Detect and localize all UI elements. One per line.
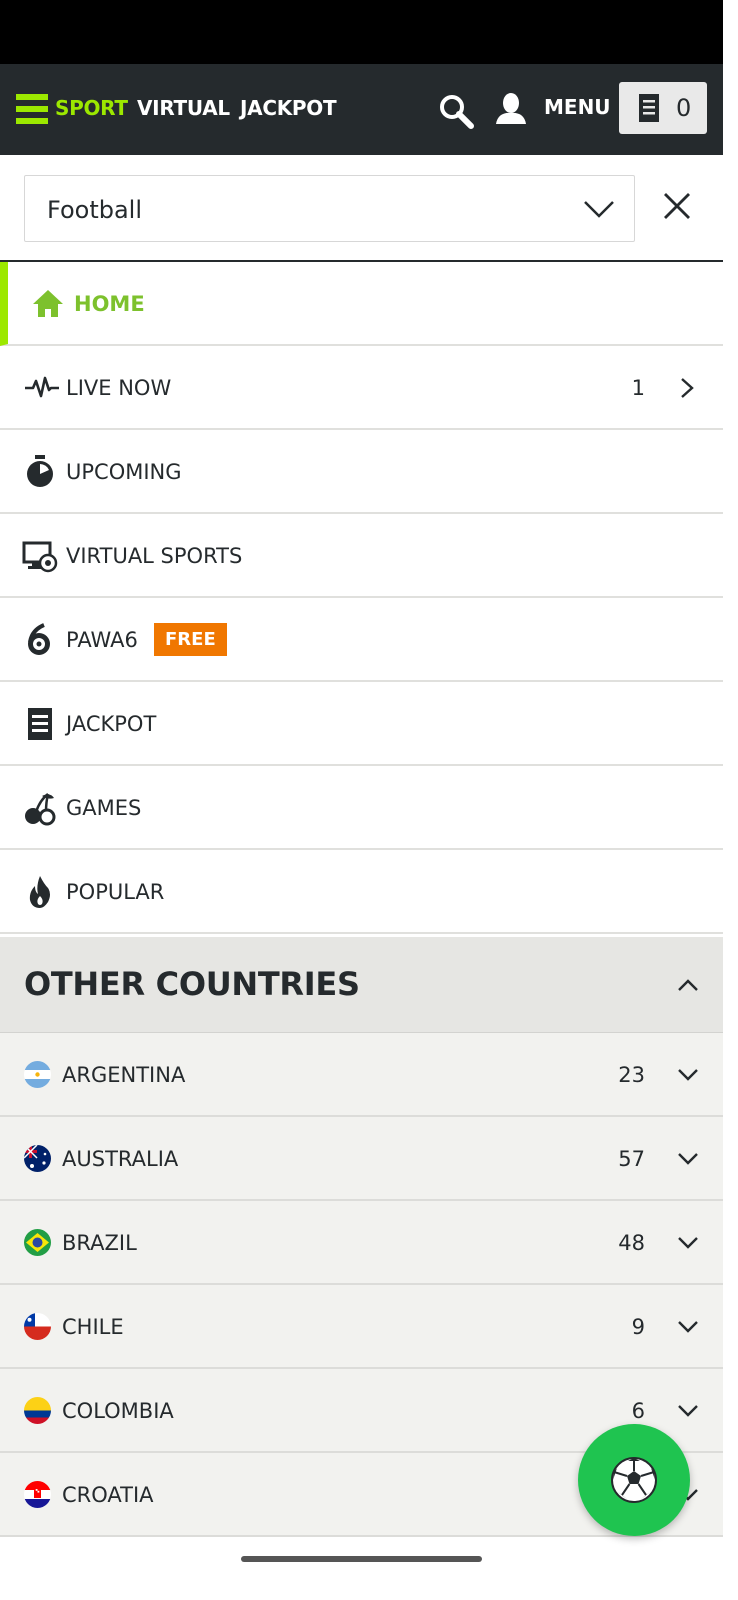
cherries-icon — [25, 793, 56, 826]
country-name: CHILE — [62, 1315, 124, 1339]
chevron-down-icon — [678, 1321, 698, 1333]
country-name: CROATIA — [62, 1483, 154, 1507]
menu-item-label: LIVE NOW — [66, 376, 172, 400]
country-count: 23 — [618, 1063, 645, 1087]
free-badge: FREE — [154, 623, 227, 656]
menu-item-popular[interactable]: POPULAR — [0, 850, 723, 934]
country-count: 6 — [631, 1399, 645, 1423]
menu-item-label: POPULAR — [66, 880, 165, 904]
chile-flag-icon — [24, 1313, 51, 1340]
home-indicator — [241, 1556, 482, 1562]
flame-icon — [29, 876, 50, 908]
sport-select-value: Football — [47, 196, 143, 224]
betslip-icon — [639, 94, 659, 122]
chevron-down-icon — [678, 1153, 698, 1165]
country-count: 48 — [618, 1231, 645, 1255]
other-countries-header[interactable]: OTHER COUNTRIES — [0, 937, 723, 1033]
country-row-brazil[interactable]: BRAZIL 48 — [0, 1201, 723, 1285]
country-row-australia[interactable]: AUSTRALIA 57 — [0, 1117, 723, 1201]
menu-button[interactable]: MENU — [544, 95, 611, 119]
search-icon[interactable] — [438, 93, 476, 131]
country-row-chile[interactable]: CHILE 9 — [0, 1285, 723, 1369]
argentina-flag-icon — [24, 1061, 51, 1088]
nav-virtual-link[interactable]: VIRTUAL — [137, 96, 230, 120]
app-header: SPORT VIRTUAL JACKPOT MENU 0 — [0, 64, 723, 155]
section-title: OTHER COUNTRIES — [24, 965, 360, 1003]
menu-item-virtual-sports[interactable]: VIRTUAL SPORTS — [0, 514, 723, 598]
menu-item-games[interactable]: GAMES — [0, 766, 723, 850]
nav-jackpot-link[interactable]: JACKPOT — [240, 96, 337, 120]
pulse-icon — [25, 376, 59, 398]
country-count: 9 — [631, 1315, 645, 1339]
chevron-up-icon — [678, 979, 698, 991]
menu-item-label: GAMES — [66, 796, 142, 820]
monitor-ball-icon — [22, 541, 58, 573]
close-icon[interactable] — [656, 185, 698, 227]
pawa6-icon — [28, 623, 50, 655]
jackpot-icon — [28, 708, 52, 740]
country-name: BRAZIL — [62, 1231, 137, 1255]
menu-item-home[interactable]: HOME — [0, 262, 723, 346]
australia-flag-icon — [24, 1145, 51, 1172]
menu-item-upcoming[interactable]: UPCOMING — [0, 430, 723, 514]
chevron-down-icon — [584, 201, 614, 218]
country-row-argentina[interactable]: ARGENTINA 23 — [0, 1033, 723, 1117]
home-icon — [33, 290, 63, 317]
chevron-down-icon — [678, 1405, 698, 1417]
menu-item-live-now[interactable]: LIVE NOW 1 — [0, 346, 723, 430]
betslip-count: 0 — [676, 94, 692, 122]
betslip-button[interactable]: 0 — [619, 82, 707, 134]
croatia-flag-icon — [24, 1481, 51, 1508]
country-count: 57 — [618, 1147, 645, 1171]
menu-item-pawa6[interactable]: PAWA6 FREE — [0, 598, 723, 682]
country-name: COLOMBIA — [62, 1399, 174, 1423]
chevron-down-icon — [678, 1237, 698, 1249]
hamburger-menu-icon[interactable] — [16, 94, 48, 124]
soccer-ball-icon — [611, 1457, 657, 1503]
menu-item-label: VIRTUAL SPORTS — [66, 544, 243, 568]
menu-item-label: JACKPOT — [66, 712, 157, 736]
status-bar — [0, 0, 723, 64]
live-count: 1 — [631, 376, 645, 400]
menu-item-label: PAWA6 — [66, 628, 138, 652]
menu-item-jackpot[interactable]: JACKPOT — [0, 682, 723, 766]
chevron-down-icon — [678, 1069, 698, 1081]
menu-item-label: UPCOMING — [66, 460, 182, 484]
country-name: ARGENTINA — [62, 1063, 186, 1087]
sport-switch-fab[interactable] — [578, 1424, 690, 1536]
nav-sport-link[interactable]: SPORT — [55, 96, 128, 120]
main-menu: HOME LIVE NOW 1 UPCOMING VIRTUAL SPORTS — [0, 262, 723, 934]
chevron-right-icon — [681, 378, 694, 398]
account-icon[interactable] — [494, 92, 528, 126]
stopwatch-icon — [27, 455, 53, 487]
menu-item-label: HOME — [74, 292, 145, 316]
brazil-flag-icon — [24, 1229, 51, 1256]
sport-filter-bar: Football — [0, 155, 723, 262]
colombia-flag-icon — [24, 1397, 51, 1424]
country-name: AUSTRALIA — [62, 1147, 179, 1171]
sport-select[interactable]: Football — [24, 175, 635, 242]
